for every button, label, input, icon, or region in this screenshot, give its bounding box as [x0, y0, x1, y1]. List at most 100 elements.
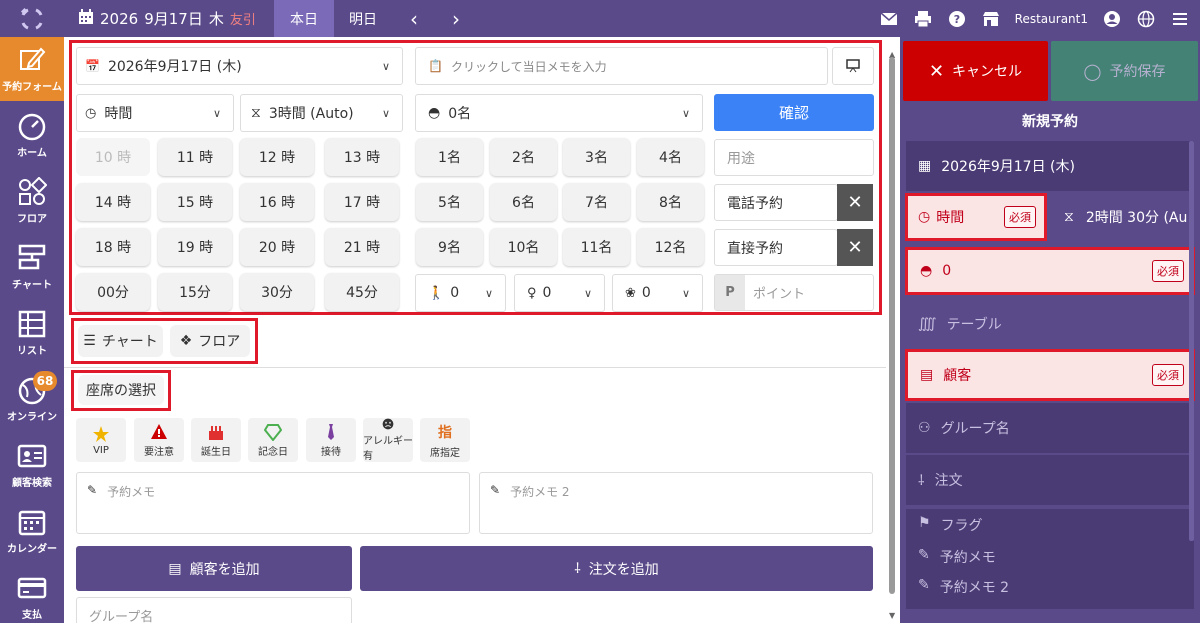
- summary-flag[interactable]: ⚑ フラグ: [918, 515, 983, 535]
- reservation-memo-input[interactable]: ✎ 予約メモ: [76, 472, 470, 534]
- party-size-button[interactable]: 5名: [416, 183, 483, 221]
- sidebar-item-floor[interactable]: フロア: [0, 169, 64, 233]
- hour-button[interactable]: 16 時: [240, 183, 314, 221]
- hour-button[interactable]: 12 時: [240, 138, 314, 176]
- scroll-down-icon[interactable]: ▼: [889, 611, 895, 620]
- party-size-button[interactable]: 11名: [563, 228, 630, 266]
- daily-memo-input[interactable]: 📋 クリックして当日メモを入力: [415, 47, 828, 85]
- confirm-button[interactable]: 確認: [714, 94, 874, 131]
- summary-date[interactable]: ▦ 2026年9月17日 (木): [906, 141, 1194, 191]
- summary-group[interactable]: ⚇ グループ名: [906, 403, 1194, 453]
- hour-button[interactable]: 11 時: [158, 138, 232, 176]
- time-select[interactable]: ◷ 時間 ∨: [76, 94, 234, 132]
- tag-allergy[interactable]: アレルギー有: [363, 418, 413, 462]
- summary-customer[interactable]: ▤ 顧客 必須: [905, 349, 1195, 401]
- party-size-button[interactable]: 6名: [490, 183, 557, 221]
- user-account-icon[interactable]: [1102, 9, 1122, 29]
- easel-icon: [846, 59, 860, 73]
- add-order-button[interactable]: ⸸ 注文を追加: [360, 546, 873, 591]
- hour-button[interactable]: 15 時: [158, 183, 232, 221]
- summary-duration[interactable]: ⧖ 2時間 30分 (Au: [1050, 193, 1200, 241]
- sidebar-item-payment[interactable]: 支払: [0, 565, 64, 629]
- app-logo[interactable]: [0, 0, 64, 37]
- party-size-button[interactable]: 12名: [637, 228, 704, 266]
- party-size-button[interactable]: 1名: [416, 138, 483, 176]
- minute-button[interactable]: 00分: [76, 273, 150, 311]
- reservation-memo2-input[interactable]: ✎ 予約メモ 2: [479, 472, 873, 534]
- summary-memo2[interactable]: ✎ 予約メモ 2: [918, 577, 1009, 597]
- direct-reservation-field[interactable]: 直接予約: [714, 229, 838, 266]
- hour-button[interactable]: 14 時: [76, 183, 150, 221]
- party-size-button[interactable]: 3名: [563, 138, 630, 176]
- sidebar-item-list[interactable]: リスト: [0, 301, 64, 365]
- add-customer-button[interactable]: ▤ 顧客を追加: [76, 546, 352, 591]
- phone-reservation-field[interactable]: 電話予約: [714, 184, 838, 221]
- minute-button[interactable]: 15分: [158, 273, 232, 311]
- floor-view-button[interactable]: ❖ フロア: [170, 325, 250, 357]
- easel-button[interactable]: [832, 47, 874, 85]
- tag-anniversary[interactable]: 記念日: [248, 418, 298, 462]
- help-icon[interactable]: ?: [947, 9, 967, 29]
- party-size-button[interactable]: 2名: [490, 138, 557, 176]
- minute-button[interactable]: 45分: [325, 273, 399, 311]
- menu-icon[interactable]: [1170, 9, 1190, 29]
- close-icon[interactable]: ✕: [837, 229, 873, 266]
- hour-button[interactable]: 13 時: [325, 138, 399, 176]
- tag-caution[interactable]: 要注意: [134, 418, 184, 462]
- minute-button[interactable]: 30分: [240, 273, 314, 311]
- prev-day-chevron-icon[interactable]: ‹: [402, 0, 426, 37]
- party-size-button[interactable]: 9名: [416, 228, 483, 266]
- restaurant-name[interactable]: Restaurant1: [1015, 12, 1088, 26]
- hour-button[interactable]: 10 時: [76, 138, 150, 176]
- chart-view-button[interactable]: ☰ チャート: [78, 325, 163, 357]
- hour-button[interactable]: 20 時: [240, 228, 314, 266]
- sidebar-item-calendar[interactable]: カレンダー: [0, 499, 64, 563]
- close-icon[interactable]: ✕: [837, 184, 873, 221]
- purpose-input[interactable]: 用途: [714, 139, 874, 176]
- sidebar-item-online[interactable]: オンライン 68: [0, 367, 64, 431]
- scrollbar[interactable]: ▲ ▼: [887, 50, 897, 623]
- baby-count-select[interactable]: ❀ 0 ∨: [612, 274, 703, 312]
- date-display[interactable]: 2026 9月17日 木 友引: [78, 0, 256, 37]
- store-icon[interactable]: [981, 9, 1001, 29]
- hour-button[interactable]: 18 時: [76, 228, 150, 266]
- language-globe-icon[interactable]: [1136, 9, 1156, 29]
- seat-select-button[interactable]: 座席の選択: [78, 375, 164, 405]
- hour-button[interactable]: 17 時: [325, 183, 399, 221]
- tag-vip[interactable]: VIP: [76, 418, 126, 462]
- sidebar-item-reservation-form[interactable]: 予約フォーム: [0, 37, 64, 101]
- party-size-button[interactable]: 8名: [637, 183, 704, 221]
- hour-button[interactable]: 21 時: [325, 228, 399, 266]
- sidebar-item-home[interactable]: ホーム: [0, 103, 64, 167]
- tag-business[interactable]: 接待: [306, 418, 356, 462]
- summary-order[interactable]: ⸸ 注文: [906, 455, 1194, 505]
- child-count-select[interactable]: ♀ 0 ∨: [514, 274, 605, 312]
- summary-memo[interactable]: ✎ 予約メモ: [918, 547, 996, 567]
- people-select[interactable]: ◓ 0名 ∨: [415, 94, 703, 132]
- duration-select[interactable]: ⧖ 3時間 (Auto) ∨: [240, 94, 403, 132]
- summary-people[interactable]: ◓ 0 必須: [905, 247, 1195, 295]
- adult-count-select[interactable]: 🚶 0 ∨: [415, 274, 506, 312]
- panel-scrollbar[interactable]: [1189, 141, 1194, 541]
- hour-button[interactable]: 19 時: [158, 228, 232, 266]
- summary-table[interactable]: ⨌ テーブル: [906, 299, 1194, 349]
- group-name-input[interactable]: グループ名: [76, 597, 352, 623]
- sidebar-item-chart[interactable]: チャート: [0, 235, 64, 299]
- tomorrow-button[interactable]: 明日: [338, 0, 388, 37]
- party-size-button[interactable]: 10名: [490, 228, 557, 266]
- date-select[interactable]: 📅 2026年9月17日 (木) ∨: [76, 47, 403, 85]
- party-size-button[interactable]: 4名: [637, 138, 704, 176]
- next-day-chevron-icon[interactable]: ›: [444, 0, 468, 37]
- print-icon[interactable]: [913, 9, 933, 29]
- today-button[interactable]: 本日: [274, 0, 334, 37]
- tag-birthday[interactable]: 誕生日: [191, 418, 241, 462]
- mail-icon[interactable]: [879, 9, 899, 29]
- scroll-thumb[interactable]: [889, 57, 895, 594]
- party-size-button[interactable]: 7名: [563, 183, 630, 221]
- summary-time[interactable]: ◷ 時間 必須: [905, 193, 1047, 241]
- cancel-button[interactable]: ✕ キャンセル: [903, 41, 1048, 101]
- point-input[interactable]: P ポイント: [714, 274, 874, 311]
- tag-seat-specified[interactable]: 指 席指定: [420, 418, 470, 462]
- sidebar-item-customer-search[interactable]: 顧客検索: [0, 433, 64, 497]
- save-reservation-button[interactable]: ◯ 予約保存: [1051, 41, 1198, 101]
